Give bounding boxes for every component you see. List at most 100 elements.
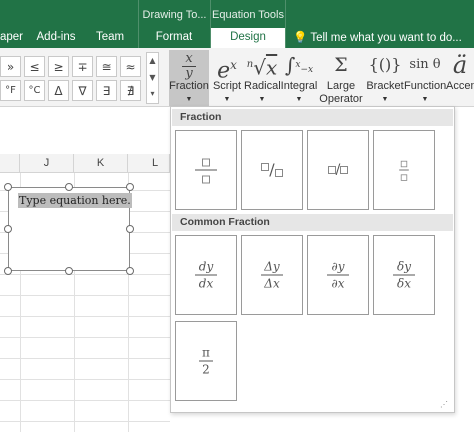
radical-icon: n√x	[246, 55, 278, 80]
dropdown-arrow-icon: ▼	[258, 96, 266, 103]
fraction-pi-over-2-tile[interactable]: π2	[175, 321, 237, 401]
symbol-degrees-f[interactable]: °F	[0, 80, 21, 101]
resize-handle-sw[interactable]	[4, 267, 12, 275]
tab-add-ins[interactable]: Add-ins	[30, 28, 82, 48]
accent-icon: ä	[452, 51, 468, 79]
tab-design[interactable]: Design	[211, 28, 285, 48]
resize-handle-se[interactable]	[126, 267, 134, 275]
function-button[interactable]: sin θ Function ▼	[404, 50, 446, 106]
fraction-gallery: Fraction / / Common Fraction dy dx Δy Δx ∂…	[170, 106, 455, 413]
grid-line	[0, 337, 170, 338]
dropdown-arrow-icon: ▼	[421, 96, 429, 103]
denominator: δx	[397, 276, 411, 291]
drawing-tools-label: Drawing To...	[142, 9, 207, 21]
numerator: π	[202, 345, 210, 360]
resize-handle-e[interactable]	[126, 225, 134, 233]
radical-label: Radical	[244, 80, 281, 92]
large-operator-label-2: Operator	[319, 93, 363, 105]
dropdown-arrow-icon: ▼	[295, 96, 303, 103]
stacked-fraction-tile[interactable]	[175, 130, 237, 210]
bracket-label: Bracket	[366, 80, 404, 92]
grid-line	[0, 421, 170, 422]
function-icon: sin θ	[409, 57, 441, 72]
equation-placeholder[interactable]: Type equation here.	[18, 193, 132, 208]
integral-label: Integral	[280, 80, 318, 92]
equation-tools-label: Equation Tools	[212, 9, 284, 21]
symbol-degrees-c[interactable]: °C	[24, 80, 45, 101]
resize-handle-s[interactable]	[65, 267, 73, 275]
resize-handle-w[interactable]	[4, 225, 12, 233]
grid-line	[0, 400, 170, 401]
fraction-label: Fraction	[169, 80, 209, 92]
resize-handle-nw[interactable]	[4, 183, 12, 191]
symbol-nabla[interactable]: ∇	[72, 80, 93, 101]
symbol-minus-plus[interactable]: ∓	[72, 56, 93, 77]
large-operator-button[interactable]: Σ Large Operator	[318, 50, 364, 106]
accent-label: Accen	[446, 80, 474, 92]
fraction-delta-y-delta-x-tile[interactable]: Δy Δx	[241, 235, 303, 315]
column-header-k[interactable]: K	[74, 154, 128, 172]
fraction-partial-y-partial-x-tile[interactable]: ∂y ∂x	[307, 235, 369, 315]
numerator: δy	[396, 259, 411, 274]
tab-team[interactable]: Team	[88, 28, 132, 48]
symbol-approx[interactable]: ≈	[120, 56, 141, 77]
column-header[interactable]	[0, 154, 20, 172]
symbol-less-equal[interactable]: ≤	[24, 56, 45, 77]
symbol-much-greater[interactable]: »	[0, 56, 21, 77]
skewed-fraction-tile[interactable]: /	[241, 130, 303, 210]
symbol-not-exists[interactable]: ∄	[120, 80, 141, 101]
resize-grip-icon[interactable]: ⋰	[440, 400, 448, 409]
numerator: Δy	[264, 259, 280, 274]
grid-line	[0, 316, 170, 317]
large-operator-label: Large	[326, 80, 356, 92]
symbol-exists[interactable]: ∃	[96, 80, 117, 101]
contextual-separator	[285, 0, 286, 48]
common-fraction-section-header: Common Fraction	[172, 214, 453, 231]
fraction-button[interactable]: xy Fraction ▼	[169, 50, 209, 106]
bracket-button[interactable]: {()} Bracket ▼	[366, 50, 404, 106]
column-header-j[interactable]: J	[20, 154, 74, 172]
dropdown-arrow-icon: ▼	[223, 96, 231, 103]
denominator: Δx	[264, 276, 280, 291]
numerator: ∂y	[331, 259, 345, 274]
fraction-section-header: Fraction	[172, 109, 453, 126]
small-fraction-tile[interactable]	[373, 130, 435, 210]
fraction-small-delta-tile[interactable]: δy δx	[373, 235, 435, 315]
accent-button[interactable]: ä Accen	[446, 50, 474, 106]
script-label: Script	[212, 80, 242, 92]
tell-me-box[interactable]: 💡 Tell me what you want to do...	[293, 28, 462, 48]
script-button[interactable]: ex Script ▼	[210, 50, 244, 106]
sum-icon: Σ	[334, 54, 348, 76]
linear-fraction-tile[interactable]: /	[307, 130, 369, 210]
radical-button[interactable]: n√x Radical ▼	[244, 50, 281, 106]
more-symbols-icon[interactable]: ▾	[147, 89, 158, 98]
scroll-down-icon[interactable]: ▼	[147, 73, 158, 82]
function-label: Function	[404, 80, 447, 92]
column-header-l[interactable]: L	[128, 154, 170, 172]
denominator: 2	[202, 362, 210, 377]
grid-line	[0, 295, 170, 296]
dropdown-arrow-icon: ▼	[381, 96, 389, 103]
tab-paper[interactable]: aper	[0, 28, 23, 48]
bracket-icon: {()}	[368, 55, 402, 74]
grid-line	[0, 379, 170, 380]
grid-line	[0, 358, 170, 359]
symbol-gallery-scroller[interactable]: ▲ ▼ ▾	[146, 52, 159, 104]
fraction-dy-dx-tile[interactable]: dy dx	[175, 235, 237, 315]
integral-button[interactable]: ∫x−x Integral ▼	[280, 50, 318, 106]
fraction-icon: xy	[169, 50, 209, 81]
resize-handle-n[interactable]	[65, 183, 73, 191]
numerator: dy	[198, 259, 214, 274]
symbol-delta[interactable]: Δ	[48, 80, 69, 101]
denominator: ∂x	[331, 276, 345, 291]
symbol-greater-equal[interactable]: ≥	[48, 56, 69, 77]
resize-handle-ne[interactable]	[126, 183, 134, 191]
tab-format[interactable]: Format	[140, 28, 208, 48]
integral-icon: ∫x−x	[284, 53, 314, 77]
tell-me-text: Tell me what you want to do...	[310, 32, 462, 44]
lightbulb-icon: 💡	[293, 30, 308, 44]
dropdown-arrow-icon: ▼	[185, 96, 193, 103]
grid-line	[0, 274, 170, 275]
scroll-up-icon[interactable]: ▲	[147, 56, 158, 65]
symbol-congruent[interactable]: ≅	[96, 56, 117, 77]
